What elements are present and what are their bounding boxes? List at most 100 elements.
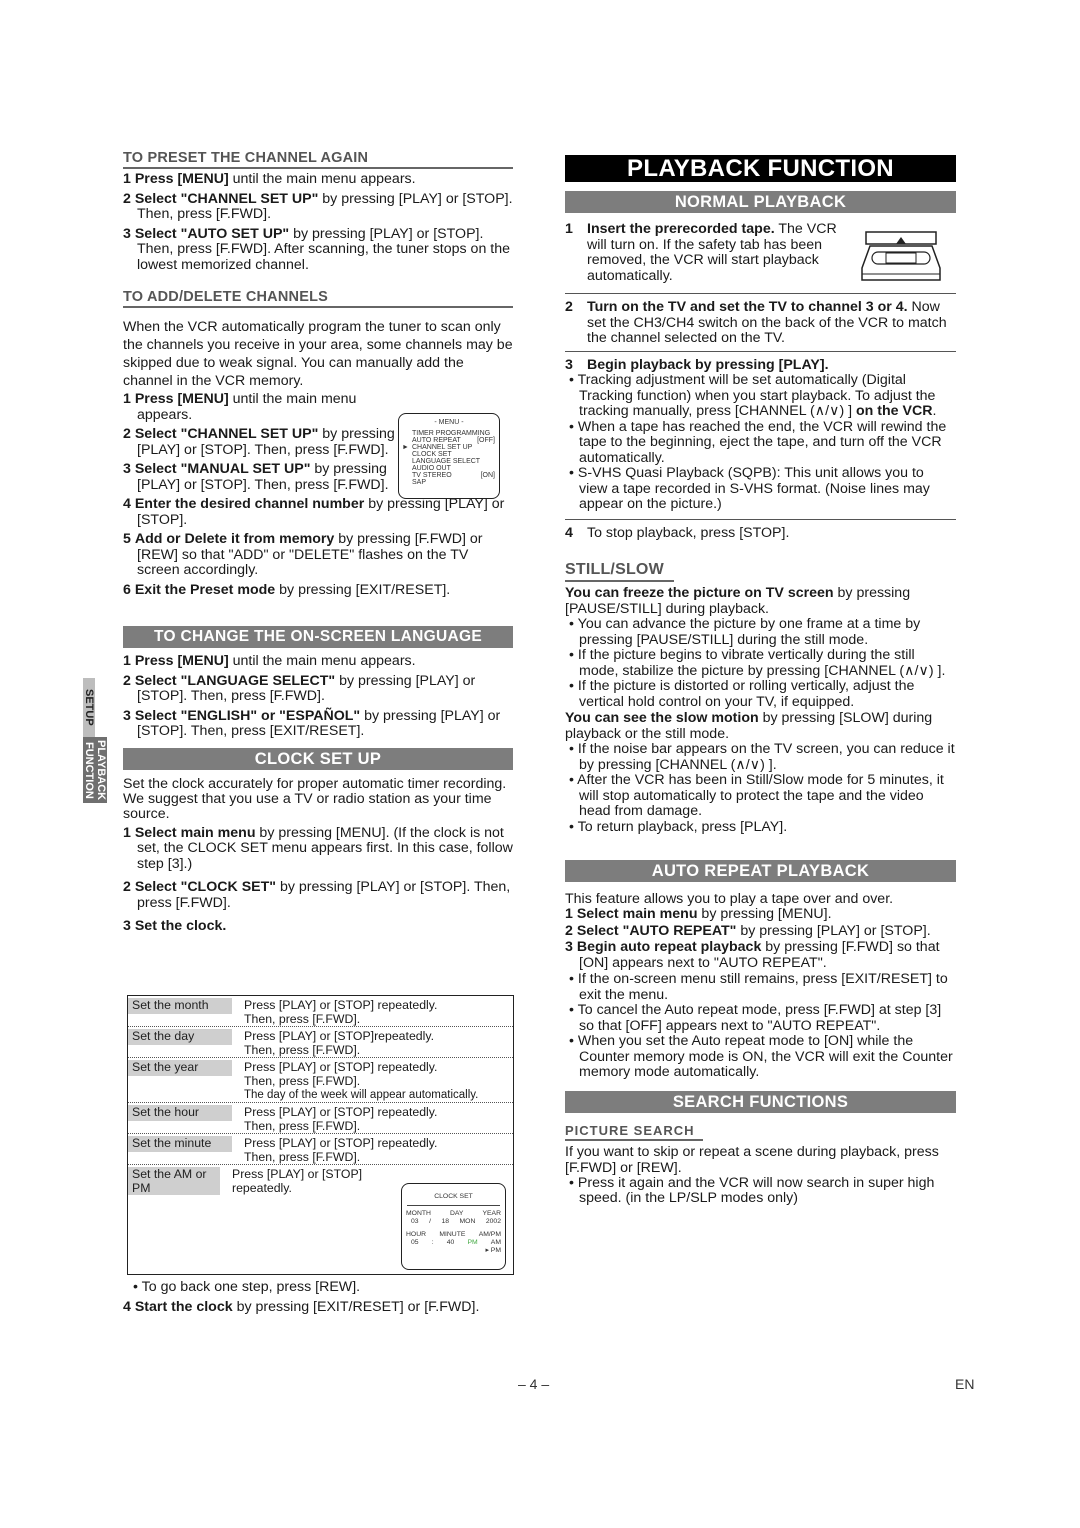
auto-repeat-bullets: If the on-screen menu still remains, pre… (565, 971, 956, 1081)
bullet-item: Tracking adjustment will be set automati… (565, 372, 956, 420)
menu-screen-item: AUTO REPEAT [OFF] (412, 437, 495, 444)
still-slow-heading: STILL/SLOW (565, 561, 674, 582)
still-bullets-1: You can advance the picture by one frame… (565, 616, 956, 710)
bullet-item: When you set the Auto repeat mode to [ON… (565, 1033, 956, 1081)
clock-table-desc: Press [PLAY] or [STOP] repeatedly. Then, … (244, 1136, 438, 1164)
hour-label: HOUR (406, 1231, 427, 1238)
step-item: 3 Begin auto repeat playback by pressing… (565, 939, 940, 971)
clock-intro: Set the clock accurately for proper auto… (123, 775, 507, 822)
search-heading: SEARCH FUNCTIONS (565, 1090, 956, 1113)
clock-step-4: 4 Start the clock by pressing [EXIT/RESE… (123, 1298, 480, 1315)
bullet-item: If the noise bar appears on the TV scree… (565, 741, 956, 773)
side-tab-setup: SETUP (83, 678, 95, 737)
step-item: 3 Select "ENGLISH" or "ESPAÑOL" by press… (123, 707, 501, 739)
weekday-value: MON (459, 1218, 476, 1225)
clock-steps: 1 Select main menu by pressing [MENU]. (… (123, 824, 513, 935)
clock-table-row: Set the day Press [PLAY] or [STOP]repeate… (128, 1027, 513, 1058)
bullet-item: If the picture is distorted or rolling v… (565, 678, 956, 710)
clock-section: CLOCK SET UP Set the clock accurately fo… (123, 747, 513, 935)
clock-set-title: CLOCK SET (434, 1193, 473, 1200)
normal-step-3: 3 Begin playback by pressing [PLAY]. (565, 356, 829, 373)
ampm-option-pm: ▸ PM (485, 1247, 501, 1254)
preset-again-heading: TO PRESET THE CHANNEL AGAIN (123, 150, 513, 169)
right-column: PLAYBACK FUNCTION NORMAL PLAYBACK 1 Inse… (565, 155, 956, 1207)
step-item: 2 Select "CHANNEL SET UP" by pressing [P… (123, 190, 513, 222)
clock-table-row: Set the year Press [PLAY] or [STOP] repea… (128, 1058, 513, 1103)
ampm-label: AM/PM (478, 1231, 501, 1238)
back-step-note: To go back one step, press [REW]. (123, 1279, 513, 1296)
step-item: 3 Select "AUTO SET UP" by pressing [PLAY… (123, 225, 510, 273)
add-delete-heading: TO ADD/DELETE CHANNELS (123, 289, 513, 308)
step-item: 2 Select "CLOCK SET" by pressing [PLAY] … (123, 879, 511, 911)
bullet-item: You can advance the picture by one frame… (565, 616, 956, 648)
language-steps: 1 Press [MENU] until the main menu appea… (123, 653, 513, 740)
search-intro: If you want to skip or repeat a scene du… (565, 1143, 939, 1176)
menu-screen-item: TV STEREO [ON] (412, 472, 495, 479)
step-item: 2 Select "AUTO REPEAT" by pressing [PLAY… (565, 922, 931, 939)
clock-table-rows: Set the month Press [PLAY] or [STOP] repe… (128, 996, 513, 1195)
preset-again-steps: 1 Press [MENU] until the main menu appea… (123, 171, 513, 273)
language-code: EN (955, 1376, 975, 1392)
bullet-item: To return playback, press [PLAY]. (565, 819, 956, 836)
normal-step-1: 1 Insert the prerecorded tape. The VCR w… (565, 221, 837, 284)
step-item: 1 Select main menu by pressing [MENU]. (… (123, 824, 513, 872)
clock-table-label: Set the minute (128, 1136, 232, 1152)
side-tab-playback-function: PLAYBACK FUNCTION (83, 737, 107, 803)
month-value: 03 (411, 1218, 419, 1225)
clock-table-label: Set the month (128, 998, 232, 1014)
auto-repeat-steps: 1 Select main menu by pressing [MENU]. 2 … (565, 906, 956, 971)
clock-table-label: Set the year (128, 1060, 232, 1076)
language-section: TO CHANGE THE ON-SCREEN LANGUAGE 1 Press… (123, 626, 513, 740)
ampm-option-am: AM (490, 1239, 501, 1246)
month-label: MONTH (406, 1210, 431, 1217)
search-section: SEARCH FUNCTIONS PICTURE SEARCH If you w… (565, 1090, 956, 1207)
step-item: 1 Press [MENU] until the main menu appea… (123, 653, 416, 669)
add-delete-intro: When the VCR automatically program the t… (123, 319, 513, 389)
normal-step-2: 2 Turn on the TV and set the TV to chann… (565, 299, 947, 346)
still-slow-section: STILL/SLOW You can freeze the picture on… (565, 561, 956, 835)
picture-search-heading: PICTURE SEARCH (565, 1123, 703, 1141)
clock-table-row: Set the minute Press [PLAY] or [STOP] rep… (128, 1134, 513, 1165)
bullet-item: S-VHS Quasi Playback (SQPB): This unit a… (565, 465, 956, 513)
clock-table-label: Set the day (128, 1029, 232, 1045)
step-item: 3 Set the clock. (123, 918, 227, 934)
menu-screen-illustration: - MENU - TIMER PROGRAMMING AUTO REPEAT [OF… (398, 413, 500, 499)
normal-playback-heading: NORMAL PLAYBACK (565, 191, 956, 213)
left-column: TO PRESET THE CHANNEL AGAIN 1 Press [MEN… (123, 150, 513, 943)
still-p1: You can freeze the picture on TV screen … (565, 585, 911, 617)
clock-table-desc: Press [PLAY] or [STOP] repeatedly. Then, … (244, 1105, 438, 1133)
search-bullets: Press it again and the VCR will now sear… (565, 1175, 956, 1207)
page-title: PLAYBACK FUNCTION (565, 155, 956, 182)
menu-screen-item: AUDIO OUT (412, 465, 451, 472)
clock-table-row: Set the hour Press [PLAY] or [STOP] repea… (128, 1103, 513, 1134)
language-heading: TO CHANGE THE ON-SCREEN LANGUAGE (123, 626, 513, 648)
menu-screen-item: CLOCK SET (412, 451, 452, 458)
clock-footer-notes: To go back one step, press [REW]. 4 Star… (123, 1279, 513, 1319)
selection-arrow-icon: ► (402, 444, 409, 451)
clock-set-screen-illustration: CLOCK SET MONTH DAY YEAR 03/18 MON 2002 HOUR… (401, 1183, 506, 1270)
menu-screen-item: SAP (412, 479, 427, 486)
minute-value: 40 (446, 1239, 455, 1246)
normal-step-4: 4 To stop playback, press [STOP]. (565, 524, 790, 541)
auto-repeat-intro: This feature allows you to play a tape o… (565, 891, 894, 907)
bullet-item: Press it again and the VCR will now sear… (565, 1175, 956, 1207)
clock-table-row: Set the month Press [PLAY] or [STOP] repe… (128, 996, 513, 1027)
page-number: – 4 – (518, 1376, 550, 1392)
auto-repeat-heading: AUTO REPEAT PLAYBACK (565, 860, 956, 882)
step-item: 3 Select "MANUAL SET UP" by pressing [PL… (123, 461, 389, 493)
still-bullets-2: If the noise bar appears on the TV scree… (565, 741, 956, 836)
vhs-tape-insert-icon (861, 231, 941, 281)
auto-repeat-section: AUTO REPEAT PLAYBACK This feature allows… (565, 860, 956, 1081)
clock-table-desc: Press [PLAY] or [STOP] repeatedly. Then, … (244, 1060, 479, 1101)
step-item: 4 Enter the desired channel number by pr… (123, 496, 505, 528)
day-value: 18 (441, 1218, 450, 1225)
ampm-value: PM (467, 1239, 478, 1246)
step-item: 1 Select main menu by pressing [MENU]. (565, 906, 832, 922)
clock-table-label: Set the hour (128, 1105, 232, 1121)
clock-table-desc: Press [PLAY] or [STOP] repeatedly. Then, … (244, 998, 438, 1026)
bullet-item: To cancel the Auto repeat mode, press [F… (565, 1002, 956, 1034)
menu-screen-item: LANGUAGE SELECT (412, 458, 481, 465)
bullet-item: If the on-screen menu still remains, pre… (565, 971, 956, 1003)
normal-bullets: Tracking adjustment will be set automati… (565, 372, 956, 513)
menu-screen-item: TIMER PROGRAMMING (412, 430, 491, 437)
